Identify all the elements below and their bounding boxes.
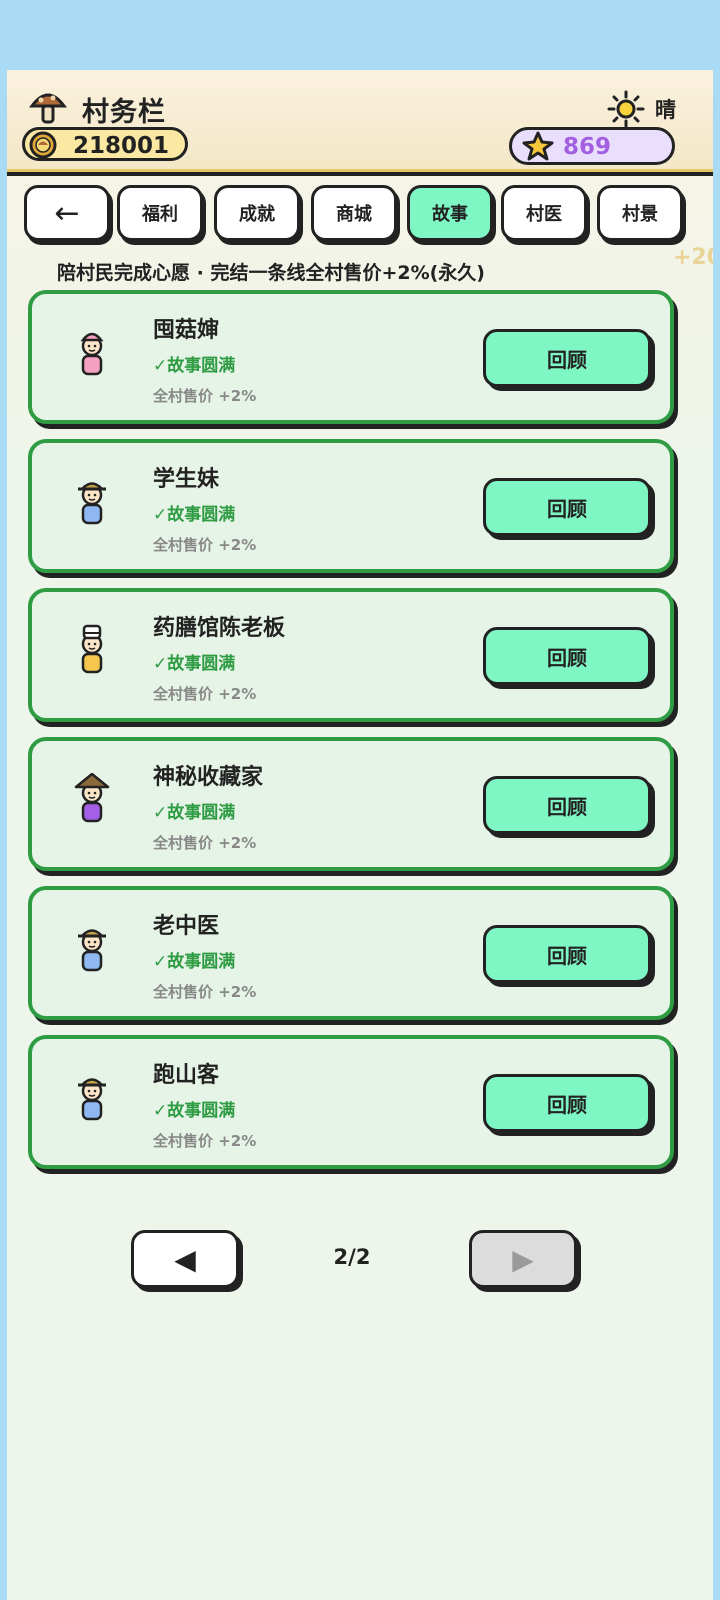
story-status: ✓故事圆满 <box>153 1101 236 1121</box>
villager-name: 药膳馆陈老板 <box>153 616 286 641</box>
story-status: ✓故事圆满 <box>153 803 236 823</box>
prev-arrow-icon: ◀ <box>174 1242 196 1276</box>
story-effect: 全村售价 +2% <box>153 834 257 852</box>
back-arrow-icon: ← <box>54 195 80 231</box>
story-effect: 全村售价 +2% <box>153 387 257 405</box>
review-button[interactable]: 回顾 <box>483 925 651 983</box>
star-value: 869 <box>563 134 612 160</box>
story-card: 学生妹 ✓故事圆满全村售价 +2% 回顾 <box>28 439 674 573</box>
sun-icon <box>607 90 645 128</box>
story-effect: 全村售价 +2% <box>153 685 257 703</box>
story-card: 跑山客 ✓故事圆满全村售价 +2% 回顾 <box>28 1035 674 1169</box>
story-status: ✓故事圆满 <box>153 505 236 525</box>
villager-avatar-icon <box>78 929 106 972</box>
tab-achievements[interactable]: 成就 <box>214 185 300 241</box>
village-board-panel: 村务栏 218001 晴 869 ← 福利 成就 商城 故事 村医 村景 陪村民… <box>7 70 713 1600</box>
page-indicator: 2/2 <box>333 1245 371 1269</box>
villager-name: 学生妹 <box>153 467 220 492</box>
next-arrow-icon: ▶ <box>512 1242 534 1276</box>
villager-name: 跑山客 <box>153 1063 220 1088</box>
coin-counter: 218001 <box>22 127 188 161</box>
story-subtitle: 陪村民完成心愿 · 完结一条线全村售价+2%(永久) <box>57 262 485 284</box>
villager-avatar-icon <box>78 482 106 525</box>
villager-avatar-icon <box>74 773 110 823</box>
review-button[interactable]: 回顾 <box>483 1074 651 1132</box>
star-icon <box>522 131 554 161</box>
star-counter: 869 <box>509 127 675 165</box>
villager-avatar-icon <box>80 332 104 376</box>
review-button[interactable]: 回顾 <box>483 776 651 834</box>
villager-name: 神秘收藏家 <box>153 765 264 790</box>
villager-name: 老中医 <box>153 914 220 939</box>
next-page-button[interactable]: ▶ <box>469 1230 577 1288</box>
story-effect: 全村售价 +2% <box>153 536 257 554</box>
story-effect: 全村售价 +2% <box>153 983 257 1001</box>
review-button[interactable]: 回顾 <box>483 329 651 387</box>
coin-icon <box>29 131 57 159</box>
floating-bonus-text: +20 <box>673 245 713 270</box>
tab-bar: ← 福利 成就 商城 故事 村医 村景 <box>7 183 713 245</box>
tab-shop[interactable]: 商城 <box>311 185 397 241</box>
tab-story[interactable]: 故事 <box>407 185 493 241</box>
review-button[interactable]: 回顾 <box>483 478 651 536</box>
villager-name: 囤菇婶 <box>153 318 220 343</box>
tab-welfare[interactable]: 福利 <box>117 185 203 241</box>
mushroom-icon <box>29 93 67 124</box>
story-status: ✓故事圆满 <box>153 952 236 972</box>
story-card: 老中医 ✓故事圆满全村售价 +2% 回顾 <box>28 886 674 1020</box>
villager-avatar-icon <box>78 1078 106 1121</box>
story-status: ✓故事圆满 <box>153 654 236 674</box>
page-title: 村务栏 <box>82 97 166 128</box>
story-card: 药膳馆陈老板 ✓故事圆满全村售价 +2% 回顾 <box>28 588 674 722</box>
villager-avatar-icon <box>81 624 103 674</box>
story-card: 囤菇婶 ✓故事圆满全村售价 +2% 回顾 <box>28 290 674 424</box>
back-button[interactable]: ← <box>24 185 110 241</box>
weather-label: 晴 <box>655 98 676 122</box>
review-button[interactable]: 回顾 <box>483 627 651 685</box>
story-status: ✓故事圆满 <box>153 356 236 376</box>
tab-scenery[interactable]: 村景 <box>597 185 683 241</box>
header: 村务栏 218001 晴 869 <box>7 70 713 176</box>
prev-page-button[interactable]: ◀ <box>131 1230 239 1288</box>
story-effect: 全村售价 +2% <box>153 1132 257 1150</box>
story-card: 神秘收藏家 ✓故事圆满全村售价 +2% 回顾 <box>28 737 674 871</box>
coin-value: 218001 <box>73 133 170 159</box>
tab-doctor[interactable]: 村医 <box>501 185 587 241</box>
